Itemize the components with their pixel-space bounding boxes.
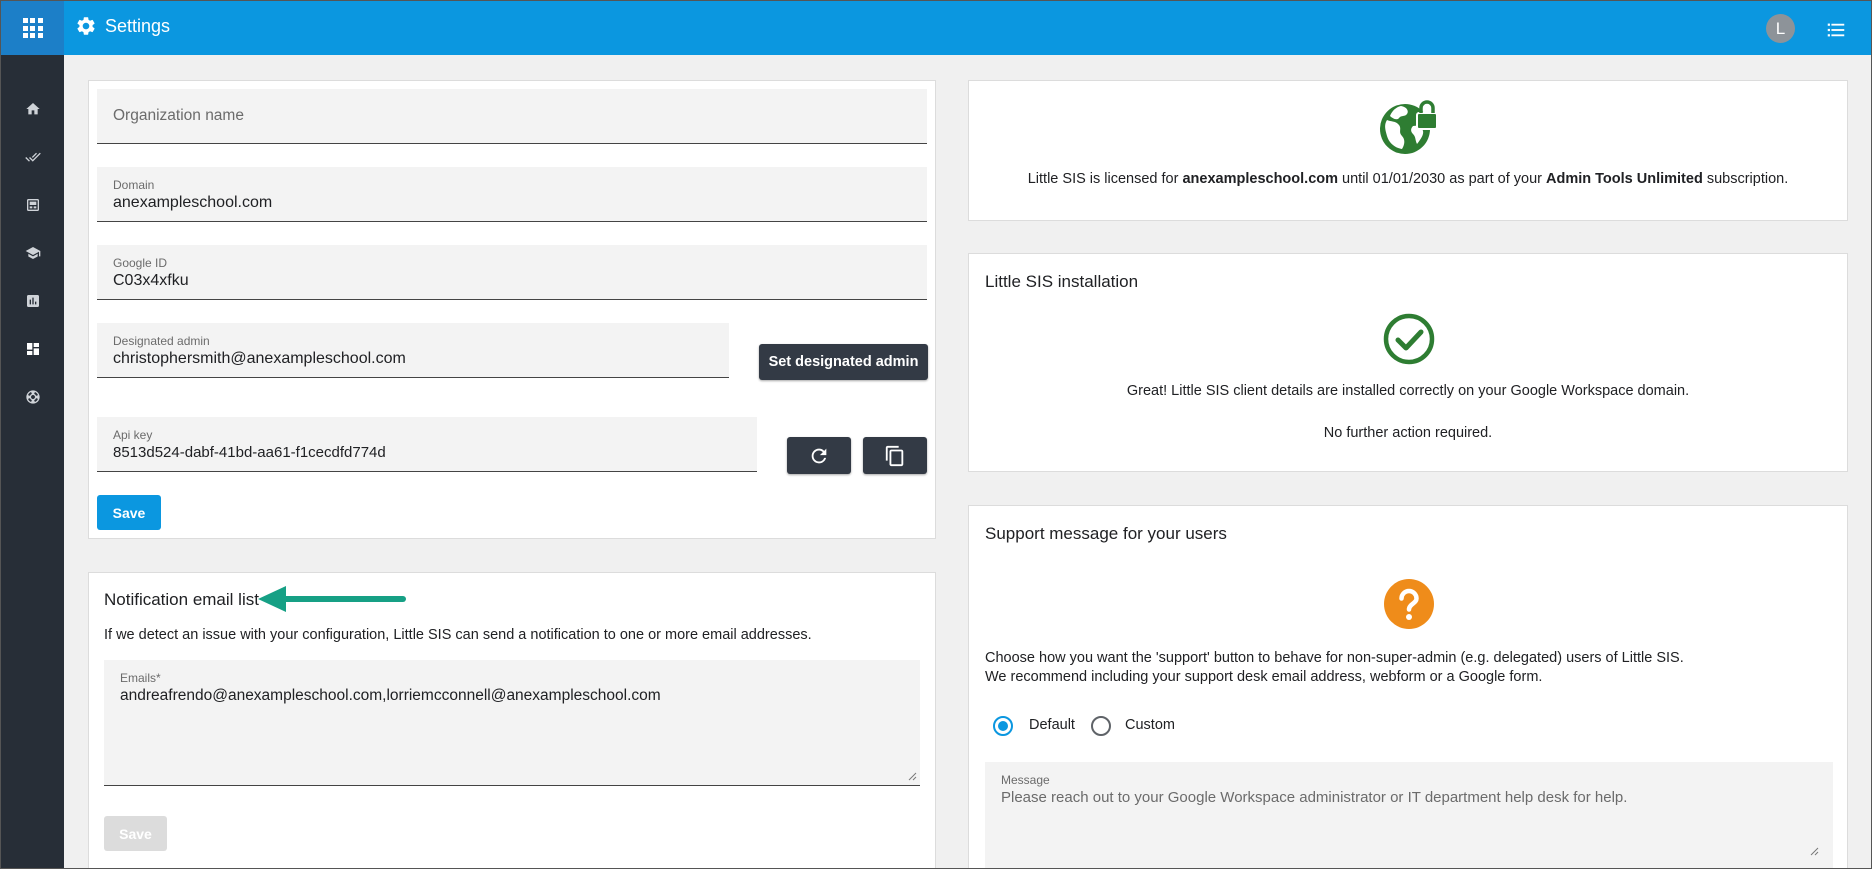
save-notification-button[interactable]: Save <box>104 816 167 851</box>
app-launcher-button[interactable] <box>1 1 64 55</box>
radio-custom-label: Custom <box>1125 717 1175 733</box>
google-id-value: C03x4xfku <box>113 272 189 289</box>
sidebar-item-reports[interactable] <box>1 277 64 325</box>
sidebar-item-support[interactable] <box>1 373 64 421</box>
radio-default[interactable] <box>993 716 1013 736</box>
sidebar-item-layout[interactable] <box>1 325 64 373</box>
globe-lock-icon <box>1380 100 1438 154</box>
support-description-line2: We recommend including your support desk… <box>985 669 1543 685</box>
google-id-field[interactable]: Google ID C03x4xfku <box>97 245 927 300</box>
page-title-group: Settings <box>75 15 170 37</box>
support-message-textarea[interactable]: Message Please reach out to your Google … <box>985 762 1833 868</box>
apps-grid-icon <box>22 18 43 38</box>
domain-label: Domain <box>113 178 155 192</box>
sidebar-item-tasks[interactable] <box>1 133 64 181</box>
gear-icon <box>77 17 95 35</box>
emails-value: andreafrendo@anexampleschool.com,lorriem… <box>120 687 661 704</box>
designated-admin-field[interactable]: Designated admin christophersmith@anexam… <box>97 323 729 378</box>
domain-field[interactable]: Domain anexampleschool.com <box>97 167 927 222</box>
organization-settings-card: Organization name Domain anexampleschool… <box>88 80 936 539</box>
designated-admin-value: christophersmith@anexampleschool.com <box>113 350 406 367</box>
radio-custom[interactable] <box>1091 716 1111 736</box>
regenerate-api-key-button[interactable] <box>787 437 851 474</box>
copy-icon <box>885 445 904 466</box>
notification-description: If we detect an issue with your configur… <box>104 627 812 643</box>
installation-action: No further action required. <box>1323 425 1493 441</box>
notification-email-title: Notification email list <box>104 590 259 609</box>
help-icon <box>1384 579 1434 629</box>
user-avatar[interactable]: L <box>1766 14 1795 43</box>
message-label: Message <box>1001 773 1050 787</box>
license-prefix: Little SIS is licensed for <box>1027 171 1183 187</box>
check-circle-icon <box>1383 313 1435 365</box>
resize-handle-icon[interactable] <box>907 771 917 781</box>
organization-name-placeholder: Organization name <box>113 107 244 124</box>
set-designated-admin-button[interactable]: Set designated admin <box>759 344 928 380</box>
bar-chart-icon <box>26 295 39 307</box>
support-icon <box>25 390 40 404</box>
support-description-line1: Choose how you want the 'support' button… <box>985 650 1684 666</box>
installation-title: Little SIS installation <box>985 272 1139 291</box>
sidebar-nav <box>1 55 64 868</box>
emails-textarea[interactable]: Emails* andreafrendo@anexampleschool.com… <box>104 660 920 786</box>
support-message-card: Support message for your users Choose ho… <box>968 505 1848 868</box>
list-menu-icon[interactable] <box>1825 19 1847 41</box>
radio-default-label: Default <box>1029 717 1075 733</box>
api-key-label: Api key <box>113 428 153 442</box>
license-card: Little SIS is licensed for anexamplescho… <box>968 80 1848 221</box>
layout-icon <box>26 343 39 355</box>
license-domain: anexampleschool.com <box>1182 171 1339 187</box>
home-icon <box>25 103 40 115</box>
google-id-label: Google ID <box>113 256 168 270</box>
designated-admin-label: Designated admin <box>113 334 210 348</box>
domain-value: anexampleschool.com <box>113 194 273 211</box>
license-text: Little SIS is licensed for anexamplescho… <box>969 171 1847 187</box>
annotation-arrow-icon <box>258 586 406 612</box>
resize-handle-icon[interactable] <box>1809 846 1819 856</box>
license-middle: until 01/01/2030 as part of your <box>1338 171 1546 187</box>
save-organization-button[interactable]: Save <box>97 495 161 530</box>
installation-status: Great! Little SIS client details are ins… <box>1126 383 1690 399</box>
app-window: Settings L Organization name Domain anex… <box>0 0 1872 869</box>
support-title: Support message for your users <box>985 524 1227 543</box>
message-placeholder: Please reach out to your Google Workspac… <box>1001 789 1628 806</box>
license-suffix: subscription. <box>1702 171 1789 187</box>
school-icon <box>25 247 40 259</box>
api-key-value: 8513d524-dabf-41bd-aa61-f1cecdfd774d <box>113 444 386 461</box>
sidebar-item-home[interactable] <box>1 85 64 133</box>
done-all-icon <box>24 152 41 162</box>
emails-label: Emails* <box>120 671 161 685</box>
refresh-icon <box>811 448 827 463</box>
organization-name-field[interactable]: Organization name <box>97 89 927 144</box>
top-app-bar: Settings L <box>1 1 1871 55</box>
sidebar-item-dashboard[interactable] <box>1 181 64 229</box>
api-key-field[interactable]: Api key 8513d524-dabf-41bd-aa61-f1cecdfd… <box>97 417 757 472</box>
notification-email-card: Notification email list If we detect an … <box>88 572 936 868</box>
installation-card: Little SIS installation Great! Little SI… <box>968 253 1848 472</box>
sidebar-item-school[interactable] <box>1 229 64 277</box>
dashboard-card-icon <box>26 199 39 211</box>
license-plan: Admin Tools Unlimited <box>1546 171 1703 187</box>
copy-api-key-button[interactable] <box>863 437 927 474</box>
page-title: Settings <box>105 15 171 36</box>
